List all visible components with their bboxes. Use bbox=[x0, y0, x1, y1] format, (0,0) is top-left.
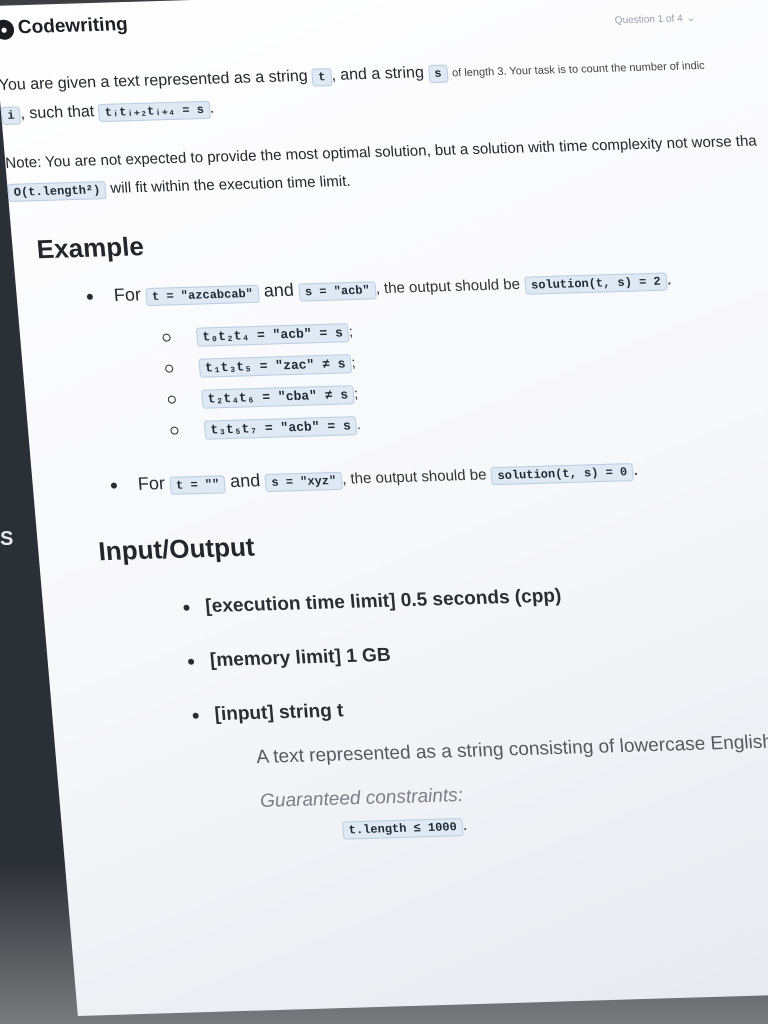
code-condition: tᵢtᵢ₊₂tᵢ₊₄ = s bbox=[98, 100, 211, 123]
io-input: [input] string t bbox=[192, 683, 768, 727]
constraints-label: Guaranteed constraints: bbox=[259, 784, 464, 812]
code-output-2: solution(t, s) = 0 bbox=[490, 462, 634, 486]
circle-bullet-icon bbox=[162, 333, 171, 343]
code-i: i bbox=[0, 106, 22, 125]
example-item-1: For t = "azcabcab" and s = "acb", the ou… bbox=[86, 262, 768, 307]
io-heading: Input/Output bbox=[97, 531, 256, 567]
bullet-icon bbox=[187, 658, 195, 665]
input-description: A text represented as a string consistin… bbox=[255, 730, 768, 768]
code-constraint: t.length ≤ 1000 bbox=[342, 817, 464, 840]
code-s-xyz: s = "xyz" bbox=[264, 471, 344, 493]
example-list: For t = "azcabcab" and s = "acb", the ou… bbox=[16, 262, 768, 498]
circle-bullet-icon bbox=[164, 364, 174, 374]
question-counter-label: Question 1 of 4 bbox=[614, 13, 684, 27]
problem-page: ● Codewriting Question 1 of 4 ⌄ You are g… bbox=[0, 0, 768, 1017]
circle-bullet-icon bbox=[167, 395, 177, 405]
bullet-icon bbox=[183, 604, 190, 611]
code-s: s bbox=[427, 64, 449, 84]
problem-content: You are given a text represented as a st… bbox=[0, 46, 768, 847]
bullet-icon bbox=[192, 712, 199, 719]
code-output: solution(t, s) = 2 bbox=[524, 272, 668, 295]
code-t-value: t = "azcabcab" bbox=[145, 284, 260, 307]
circle-bullet-icon bbox=[170, 426, 179, 436]
question-selector[interactable]: Question 1 of 4 ⌄ bbox=[614, 13, 695, 26]
io-time-limit: [execution time limit] 0.5 seconds (cpp) bbox=[183, 575, 768, 619]
page-title: Codewriting bbox=[17, 13, 129, 39]
code-complexity: O(t.length²) bbox=[7, 181, 108, 202]
sidebar-label: S bbox=[0, 528, 14, 550]
codewriting-icon: ● bbox=[0, 19, 15, 40]
example-item-2: For t = "" and s = "xyz", the output sho… bbox=[110, 451, 768, 495]
code-t-empty: t = "" bbox=[169, 475, 227, 495]
code-t: t bbox=[311, 68, 333, 87]
io-list: [execution time limit] 0.5 seconds (cpp)… bbox=[43, 575, 768, 731]
io-memory-limit: [memory limit] 1 GB bbox=[187, 629, 768, 673]
bullet-icon bbox=[86, 293, 94, 301]
page-header: ● Codewriting Question 1 of 4 ⌄ bbox=[0, 0, 768, 56]
code-s-value: s = "acb" bbox=[298, 281, 377, 302]
example-subitem: t₀t₂t₄ = "acb" = s; bbox=[162, 307, 768, 347]
bullet-icon bbox=[110, 482, 118, 489]
example-heading: Example bbox=[35, 231, 145, 265]
chevron-down-icon: ⌄ bbox=[686, 12, 696, 25]
